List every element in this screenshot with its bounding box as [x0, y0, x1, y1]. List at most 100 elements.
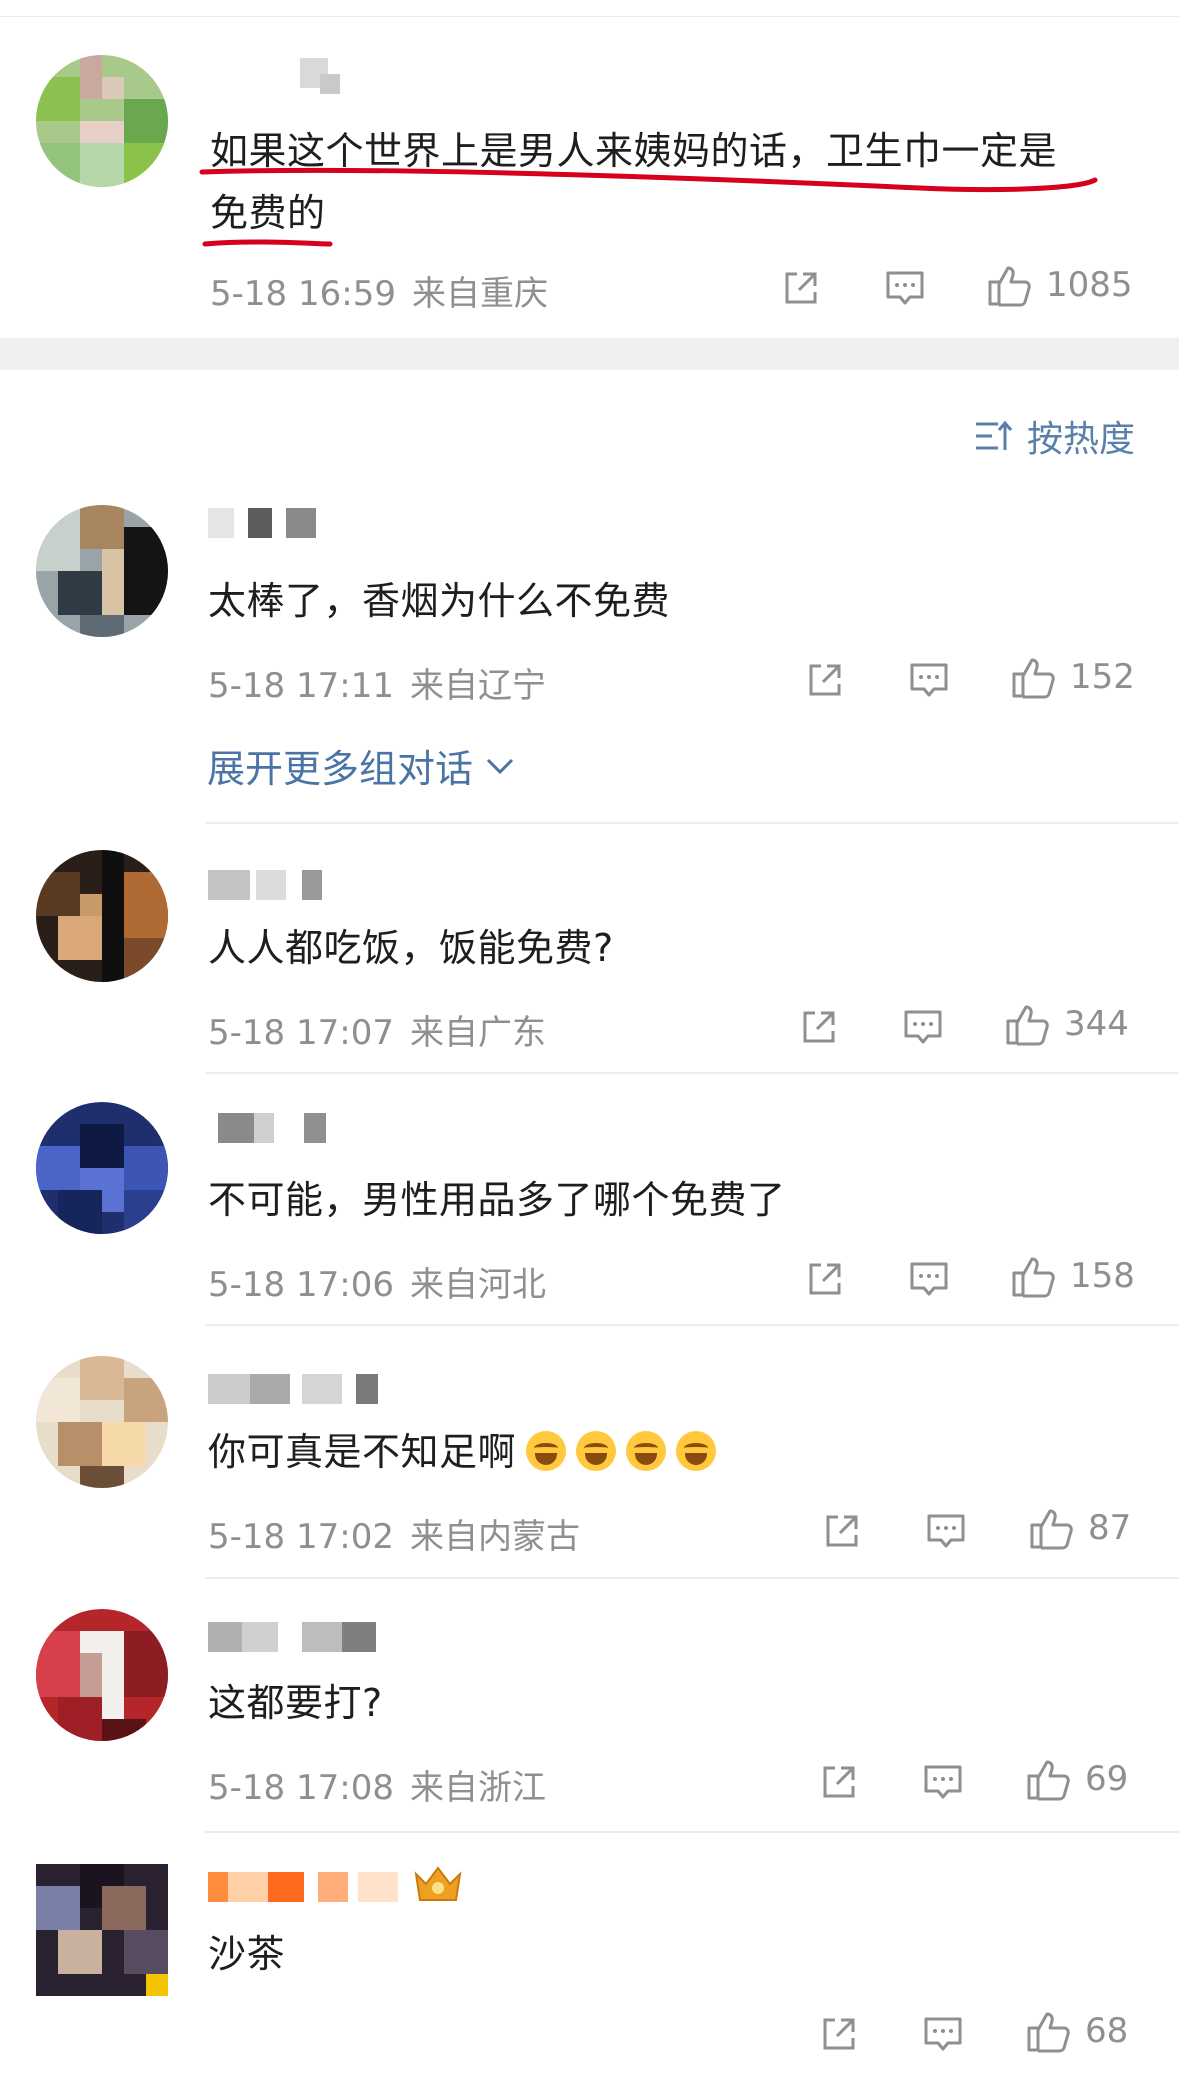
comment-meta: 5-18 16:59 来自重庆 — [210, 266, 548, 315]
comment-text: 不可能，男性用品多了哪个免费了 — [208, 1178, 786, 1222]
comment-icon — [910, 663, 948, 697]
comment-icon — [910, 1262, 948, 1296]
username-blurred[interactable] — [208, 1113, 338, 1143]
like-count: 152 — [1070, 657, 1135, 697]
share-icon — [826, 1515, 858, 1547]
comment-location: 来自重庆 — [411, 274, 548, 314]
reply-button[interactable] — [908, 660, 950, 700]
comment-meta: 5-18 17:11 来自辽宁 — [208, 658, 546, 707]
repost-button[interactable] — [805, 1259, 845, 1299]
username-blurred[interactable] — [208, 870, 322, 900]
share-icon — [785, 272, 817, 304]
comment-divider — [205, 1577, 1179, 1579]
comment-location: 来自内蒙古 — [409, 1517, 580, 1557]
thumbs-up-icon — [1012, 658, 1055, 699]
like-button[interactable]: 344 — [1004, 1001, 1129, 1047]
repost-button[interactable] — [819, 2014, 859, 2054]
like-button[interactable]: 68 — [1025, 2008, 1128, 2054]
like-count: 1085 — [1046, 265, 1133, 305]
thumbs-up-icon — [1027, 1760, 1070, 1801]
like-button[interactable]: 152 — [1010, 654, 1135, 700]
sort-label: 按热度 — [1026, 419, 1135, 460]
like-count: 158 — [1070, 1256, 1135, 1296]
comment-location: 来自河北 — [409, 1265, 546, 1305]
like-button[interactable]: 158 — [1010, 1253, 1135, 1299]
like-count: 68 — [1085, 2011, 1129, 2051]
comment-text: 沙茶 — [208, 1932, 286, 1976]
comment-text: 这都要打? — [208, 1681, 383, 1725]
comment-divider — [205, 1072, 1179, 1074]
avatar[interactable] — [36, 1356, 168, 1488]
thumbs-up-icon — [988, 266, 1031, 307]
reply-button[interactable] — [922, 1762, 964, 1802]
comment-icon — [886, 271, 924, 305]
username-blurred[interactable] — [208, 508, 318, 538]
comment-meta: 5-18 17:02 来自内蒙古 — [208, 1509, 580, 1558]
avatar[interactable] — [36, 1102, 168, 1234]
avatar[interactable] — [36, 1609, 168, 1741]
repost-button[interactable] — [799, 1007, 839, 1047]
share-icon — [823, 2018, 855, 2050]
sort-by-hot-button[interactable]: 按热度 — [973, 410, 1135, 462]
like-count: 69 — [1085, 1759, 1129, 1799]
share-icon — [809, 1263, 841, 1295]
comment-time: 5-18 17:08 — [208, 1768, 394, 1808]
comment-divider — [205, 1324, 1179, 1326]
comment-meta: 5-18 17:06 来自河北 — [208, 1257, 546, 1306]
highlight-underline — [199, 167, 1098, 247]
comment-location: 来自广东 — [409, 1013, 546, 1053]
comment-icon — [904, 1010, 942, 1044]
comment-meta: 5-18 17:08 来自浙江 — [208, 1760, 546, 1809]
reply-button[interactable] — [922, 2014, 964, 2054]
username-blurred[interactable] — [208, 1872, 404, 1902]
comment-time: 5-18 17:02 — [208, 1517, 394, 1557]
thumbs-up-icon — [1027, 2012, 1070, 2053]
expand-label: 展开更多组对话 — [207, 747, 474, 791]
comment-time: 5-18 17:07 — [208, 1013, 394, 1053]
share-icon — [809, 664, 841, 696]
reply-button[interactable] — [925, 1511, 967, 1551]
share-icon — [803, 1011, 835, 1043]
share-icon — [823, 1766, 855, 1798]
thumbs-up-icon — [1030, 1509, 1073, 1550]
reply-button[interactable] — [884, 268, 926, 308]
laugh-cry-emoji — [626, 1431, 667, 1471]
like-button[interactable]: 69 — [1025, 1756, 1128, 1802]
like-button[interactable]: 1085 — [986, 262, 1133, 308]
comment-time: 5-18 17:11 — [208, 666, 394, 706]
comment-icon — [927, 1514, 965, 1548]
comment-text: 太棒了，香烟为什么不免费 — [208, 579, 671, 623]
laugh-cry-emoji — [576, 1431, 617, 1471]
avatar[interactable] — [36, 850, 168, 982]
comment-location: 来自辽宁 — [409, 666, 546, 706]
reply-button[interactable] — [908, 1259, 950, 1299]
comment-icon — [924, 2017, 962, 2051]
section-separator — [0, 338, 1179, 370]
expand-more-conversations[interactable]: 展开更多组对话 — [207, 738, 515, 793]
comment-text: 你可真是不知足啊 — [208, 1421, 717, 1483]
laugh-cry-emoji — [526, 1431, 567, 1471]
sort-icon — [975, 420, 1013, 450]
username-blurred[interactable] — [208, 1374, 378, 1404]
vip-crown-icon — [414, 1866, 462, 1901]
comment-divider — [205, 1831, 1179, 1833]
repost-button[interactable] — [819, 1762, 859, 1802]
repost-button[interactable] — [805, 660, 845, 700]
reply-button[interactable] — [902, 1007, 944, 1047]
comment-time: 5-18 16:59 — [210, 274, 396, 314]
thumbs-up-icon — [1012, 1257, 1055, 1298]
laugh-cry-emoji — [676, 1431, 717, 1471]
comment-location: 来自浙江 — [409, 1768, 546, 1808]
like-count: 344 — [1064, 1004, 1129, 1044]
like-button[interactable]: 87 — [1028, 1505, 1131, 1551]
repost-button[interactable] — [781, 268, 821, 308]
comment-text-content: 你可真是不知足啊 — [208, 1430, 517, 1474]
comment-meta: 5-18 17:07 来自广东 — [208, 1005, 546, 1054]
avatar[interactable] — [36, 1864, 168, 1996]
avatar[interactable] — [36, 505, 168, 637]
username-blurred[interactable] — [208, 1622, 376, 1652]
comment-icon — [924, 1765, 962, 1799]
thumbs-up-icon — [1006, 1005, 1049, 1046]
repost-button[interactable] — [822, 1511, 862, 1551]
like-count: 87 — [1088, 1508, 1132, 1548]
